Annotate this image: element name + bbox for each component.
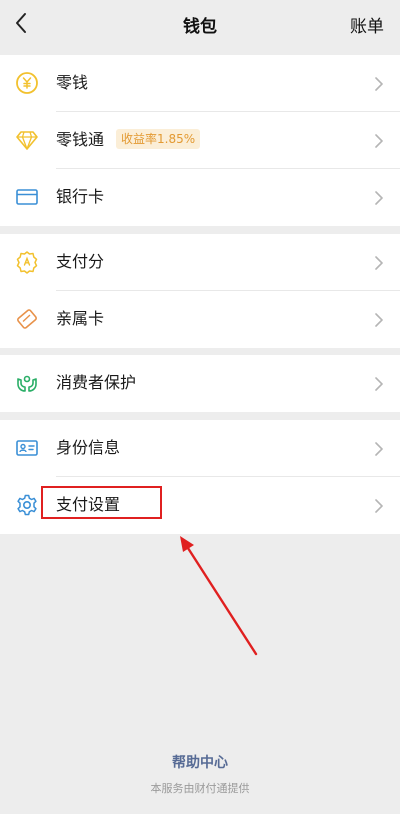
menu-item-label: 零钱 <box>56 73 89 92</box>
bill-button[interactable]: 账单 <box>350 12 384 37</box>
menu-item-label: 零钱通 <box>56 130 105 149</box>
menu-item-consumer-protection[interactable]: 消费者保护 <box>0 355 400 412</box>
chevron-right-icon <box>375 499 383 513</box>
chevron-right-icon <box>375 77 383 91</box>
menu-item-label: 银行卡 <box>56 187 105 206</box>
menu-item-lingqiantong[interactable]: 零钱通 收益率1.85% <box>0 112 400 169</box>
chevron-right-icon <box>375 134 383 148</box>
menu-item-label: 身份信息 <box>56 438 121 457</box>
diamond-icon <box>14 127 40 153</box>
highlight-box <box>41 486 162 519</box>
chevron-right-icon <box>375 256 383 270</box>
gear-icon <box>14 492 40 518</box>
menu-item-label: 亲属卡 <box>56 309 105 328</box>
menu-item-label: 消费者保护 <box>56 373 137 392</box>
page-title: 钱包 <box>183 17 217 37</box>
menu-item-identity-info[interactable]: 身份信息 <box>0 420 400 477</box>
coin-icon <box>14 70 40 96</box>
family-card-icon <box>14 306 40 332</box>
navigation-bar: 钱包 账单 <box>0 0 400 47</box>
wallet-group-protection: 消费者保护 <box>0 355 400 412</box>
help-center-link[interactable]: 帮助中心 <box>0 752 400 772</box>
id-card-icon <box>14 435 40 461</box>
chevron-right-icon <box>375 377 383 391</box>
menu-item-payment-score[interactable]: 支付分 <box>0 234 400 291</box>
bank-card-icon <box>14 184 40 210</box>
service-provider-note: 本服务由财付通提供 <box>150 782 250 795</box>
menu-item-label: 支付分 <box>56 252 105 271</box>
chevron-right-icon <box>375 191 383 205</box>
wallet-group-balance: 零钱 零钱通 收益率1.85% 银行卡 <box>0 55 400 226</box>
wallet-group-credit: 支付分 亲属卡 <box>0 234 400 348</box>
consumer-protection-icon <box>14 370 40 396</box>
menu-item-change[interactable]: 零钱 <box>0 55 400 112</box>
menu-item-family-card[interactable]: 亲属卡 <box>0 291 400 348</box>
chevron-right-icon <box>375 313 383 327</box>
chevron-right-icon <box>375 442 383 456</box>
yield-badge: 收益率1.85% <box>116 129 201 149</box>
payment-score-icon <box>14 249 40 275</box>
menu-item-bank-card[interactable]: 银行卡 <box>0 169 400 226</box>
